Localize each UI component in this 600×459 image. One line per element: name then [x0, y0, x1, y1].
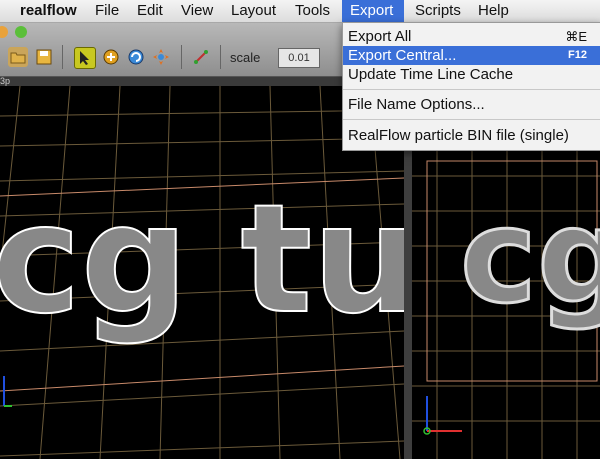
menu-layout[interactable]: Layout	[223, 0, 284, 22]
menu-item-export-central[interactable]: Export Central... F12	[343, 46, 600, 65]
menu-export[interactable]: Export	[342, 0, 404, 22]
toolbar-separator	[220, 45, 221, 69]
toolbar-separator	[62, 45, 63, 69]
export-menu: Export All ⌘E Export Central... F12 Upda…	[342, 22, 600, 151]
scene-text-right: cg	[460, 180, 600, 332]
menu-tools[interactable]: Tools	[287, 0, 338, 22]
scale-label: scale	[230, 50, 261, 65]
zoom-window-button[interactable]	[15, 26, 27, 38]
rotate-icon[interactable]	[126, 47, 146, 67]
scale-input[interactable]	[278, 48, 320, 68]
save-icon[interactable]	[34, 47, 54, 67]
menu-item-export-all[interactable]: Export All ⌘E	[343, 27, 600, 46]
select-arrow-icon[interactable]	[74, 47, 96, 69]
menu-item-file-name-options[interactable]: File Name Options...	[343, 95, 600, 114]
minimize-window-button[interactable]	[0, 26, 8, 38]
viewport-label: 3p	[0, 76, 11, 86]
scene-text-left: cg tu	[0, 173, 404, 347]
menu-separator	[343, 119, 600, 120]
menu-item-update-timeline-cache[interactable]: Update Time Line Cache	[343, 65, 600, 84]
link-tool-icon[interactable]	[191, 47, 211, 67]
menu-item-realflow-bin[interactable]: RealFlow particle BIN file (single)	[343, 126, 600, 145]
move-icon[interactable]	[101, 47, 121, 67]
menu-file[interactable]: File	[87, 0, 127, 22]
menu-view[interactable]: View	[173, 0, 221, 22]
menu-help[interactable]: Help	[470, 0, 517, 22]
menu-scripts[interactable]: Scripts	[407, 0, 469, 22]
menu-bar: realflow File Edit View Layout Tools Exp…	[0, 0, 600, 23]
menu-separator	[343, 89, 600, 90]
scale-icon[interactable]	[151, 47, 171, 67]
shortcut-label: F12	[568, 49, 587, 61]
menu-edit[interactable]: Edit	[129, 0, 171, 22]
open-icon[interactable]	[8, 47, 28, 67]
toolbar-separator	[181, 45, 182, 69]
shortcut-label: ⌘E	[565, 29, 587, 44]
app-menu[interactable]: realflow	[12, 0, 85, 22]
